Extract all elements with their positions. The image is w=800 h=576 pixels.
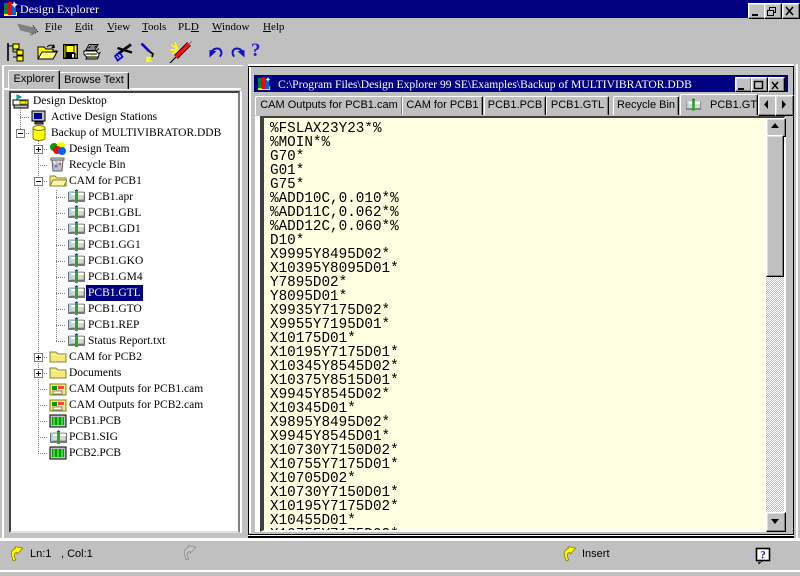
svg-text:?: ? — [760, 550, 766, 562]
